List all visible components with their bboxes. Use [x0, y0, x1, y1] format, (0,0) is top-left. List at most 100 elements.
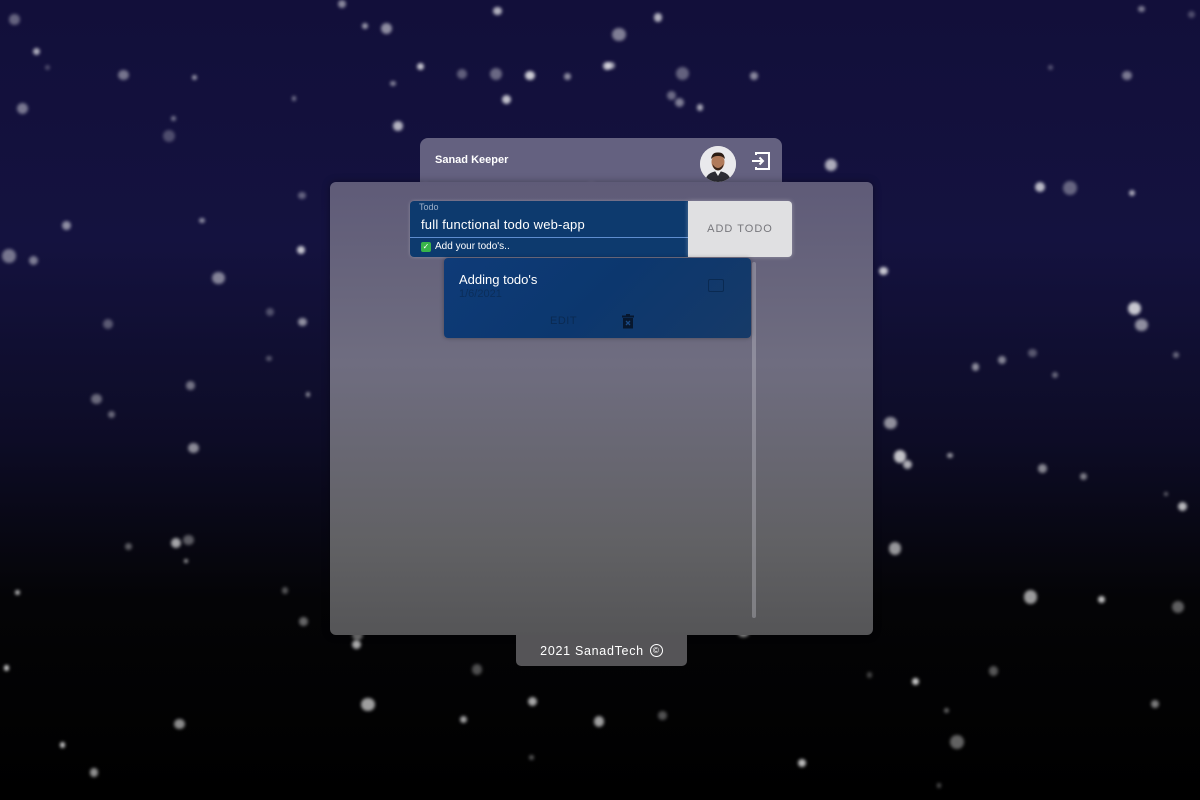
snowflake	[59, 741, 66, 748]
snowflake	[298, 317, 308, 327]
snowflake	[564, 73, 571, 80]
logout-icon	[752, 152, 770, 170]
snowflake	[170, 538, 181, 549]
snowflake	[884, 416, 897, 429]
snowflake	[1128, 189, 1136, 196]
snowflake	[524, 70, 535, 81]
snowflake	[493, 6, 503, 16]
snowflake	[17, 102, 29, 114]
snowflake	[972, 363, 980, 371]
snowflake	[28, 255, 39, 266]
snowflake	[298, 191, 306, 200]
todo-date: 1/6/2021	[459, 288, 502, 300]
snowflake	[607, 61, 615, 70]
snowflake	[997, 356, 1007, 365]
snowflake	[297, 246, 305, 254]
snowflake	[1135, 318, 1148, 332]
todo-list-scrollbar[interactable]	[752, 262, 756, 618]
todo-text: Adding todo's	[459, 272, 538, 287]
snowflake	[943, 708, 950, 714]
snowflake	[866, 672, 873, 678]
snowflake	[676, 67, 690, 81]
snowflake	[889, 542, 902, 555]
todo-checkbox[interactable]	[708, 279, 724, 292]
snowflake	[1028, 348, 1037, 358]
snowflake	[1052, 371, 1059, 379]
snowflake	[174, 718, 185, 730]
snowflake	[118, 69, 129, 80]
snowflake	[162, 130, 175, 142]
delete-button[interactable]	[621, 314, 635, 329]
snowflake	[1178, 501, 1188, 512]
snowflake	[351, 639, 362, 650]
helper-text: ✓ Add your todo's..	[421, 241, 510, 252]
snowflake	[501, 95, 511, 105]
snowflake	[797, 759, 807, 768]
snowflake	[44, 64, 51, 71]
snowflake	[612, 27, 626, 42]
logout-button[interactable]	[750, 150, 772, 172]
snowflake	[653, 13, 663, 22]
add-todo-button[interactable]: ADD TODO	[688, 201, 792, 257]
snowflake	[1034, 181, 1046, 193]
snowflake	[696, 104, 704, 111]
todo-input-container: Todo ✓ Add your todo's..	[410, 201, 688, 257]
app-header: Sanad Keeper	[420, 138, 782, 186]
snowflake	[459, 715, 467, 723]
snowflake	[187, 442, 199, 454]
snowflake	[61, 220, 71, 230]
snowflake	[674, 97, 685, 108]
snowflake	[266, 355, 272, 362]
list-item: Adding todo's 1/6/2021 EDIT	[444, 258, 751, 338]
todo-input-underline	[410, 237, 688, 238]
snowflake	[1138, 5, 1145, 13]
snowflake	[380, 22, 392, 35]
snowflake	[186, 381, 195, 391]
avatar[interactable]	[700, 146, 736, 182]
snowflake	[658, 711, 668, 720]
snowflake	[667, 91, 677, 101]
todo-input[interactable]	[418, 214, 686, 234]
snowflake	[107, 410, 116, 419]
snowflake	[528, 755, 534, 761]
snowflake	[947, 452, 953, 459]
app-title: Sanad Keeper	[435, 154, 509, 166]
snowflake	[1171, 600, 1184, 613]
snowflake	[291, 96, 297, 101]
snowflake	[1172, 352, 1179, 358]
snowflake	[1023, 590, 1038, 604]
snowflake	[1038, 464, 1047, 473]
copyright-icon: ©	[649, 644, 663, 657]
snowflake	[192, 74, 197, 80]
edit-button[interactable]: EDIT	[544, 314, 583, 328]
snowflake	[199, 217, 205, 224]
snowflake	[893, 450, 907, 463]
snowflake	[183, 558, 189, 563]
snowflake	[879, 266, 888, 276]
snowflake	[102, 318, 113, 329]
snowflake	[89, 768, 99, 777]
snowflake	[950, 735, 965, 749]
snowflake	[15, 589, 21, 596]
snowflake	[912, 678, 920, 685]
snowflake	[1097, 595, 1106, 604]
snowflake	[937, 783, 942, 788]
snowflake	[750, 72, 758, 80]
snowflake	[212, 271, 225, 285]
snowflake	[1164, 491, 1169, 496]
snowflake	[2, 249, 16, 263]
snowflake	[32, 47, 41, 56]
snowflake	[393, 121, 403, 131]
snowflake	[281, 586, 289, 594]
snowflake	[902, 460, 912, 470]
snowflake	[988, 666, 998, 676]
snowflake	[183, 534, 194, 546]
footer-text: 2021 SanadTech	[540, 643, 644, 658]
trash-icon	[622, 314, 634, 329]
snowflake	[3, 664, 10, 671]
snowflake	[265, 308, 274, 317]
todo-panel: Todo ✓ Add your todo's.. ADD TODO Adding…	[330, 182, 873, 635]
snowflake	[1048, 65, 1054, 71]
snowflake	[91, 393, 102, 405]
snowflake	[824, 159, 837, 171]
